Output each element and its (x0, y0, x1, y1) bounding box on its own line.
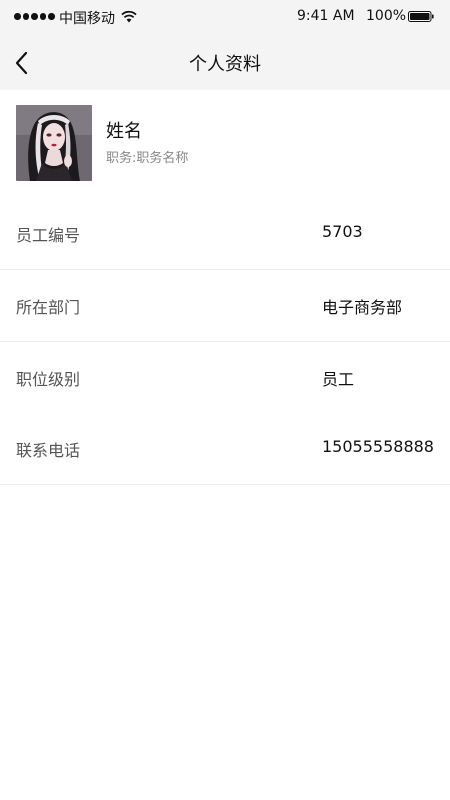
info-label: 联系电话 (16, 441, 81, 460)
wifi-icon (121, 10, 137, 23)
info-value[interactable]: 15055558888 (322, 437, 434, 456)
info-row-employee-id: 员工编号 5703 (0, 198, 450, 270)
page-title: 个人资料 (189, 54, 261, 75)
signal-icon (14, 13, 55, 20)
battery-icon (408, 11, 434, 22)
nav-bar: 个人资料 (0, 36, 450, 90)
info-row-phone[interactable]: 联系电话 15055558888 (0, 413, 450, 485)
profile-header: 姓名 职务:职务名称 (0, 90, 450, 199)
info-row-department: 所在部门 电子商务部 (0, 270, 450, 342)
profile-screen: 中国移动 9:41 AM 100% 个人资料 姓名 职务:职务名称 员工编号 5… (0, 0, 450, 800)
info-label: 所在部门 (16, 298, 81, 317)
status-time: 9:41 AM (297, 8, 355, 24)
avatar[interactable] (16, 105, 92, 181)
status-bar: 中国移动 9:41 AM 100% (0, 0, 450, 36)
carrier-label: 中国移动 (59, 11, 115, 27)
info-row-level: 职位级别 员工 (0, 342, 450, 414)
battery-percent: 100% (366, 8, 407, 24)
profile-role: 职务:职务名称 (106, 151, 189, 166)
info-value: 5703 (322, 222, 363, 241)
info-label: 员工编号 (16, 226, 81, 245)
info-value: 员工 (322, 370, 355, 389)
info-label: 职位级别 (16, 370, 81, 389)
profile-name: 姓名 (106, 121, 142, 142)
info-value: 电子商务部 (322, 298, 403, 317)
